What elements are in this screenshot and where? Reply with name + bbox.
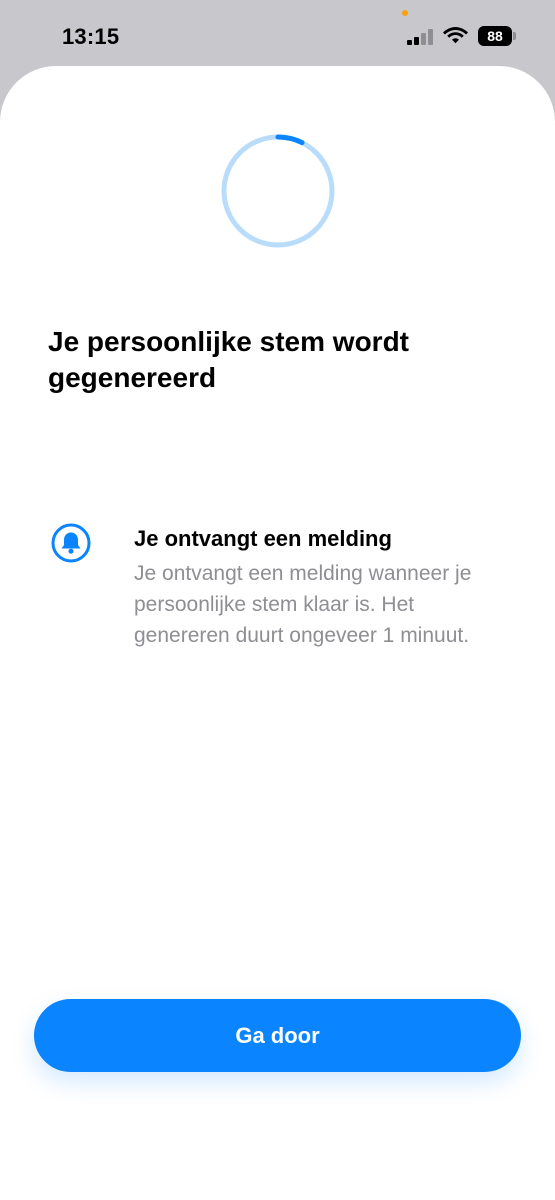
continue-button[interactable]: Ga door — [34, 999, 521, 1072]
signal-icon — [407, 29, 433, 45]
battery-level: 88 — [478, 26, 512, 46]
notice-body: Je ontvangt een melding wanneer je perso… — [134, 562, 472, 647]
status-bar: 13:15 88 — [0, 0, 555, 66]
status-time: 13:15 — [62, 24, 120, 49]
page-title: Je persoonlijke stem wordt gegenereerd — [48, 326, 409, 393]
battery-icon: 88 — [478, 26, 518, 46]
progress-spinner — [221, 134, 335, 248]
battery-cap — [513, 32, 516, 40]
notice-title: Je ontvangt een melding — [134, 526, 392, 551]
bell-icon — [51, 523, 91, 563]
privacy-indicator-dot — [402, 10, 408, 16]
wifi-icon — [443, 27, 468, 44]
